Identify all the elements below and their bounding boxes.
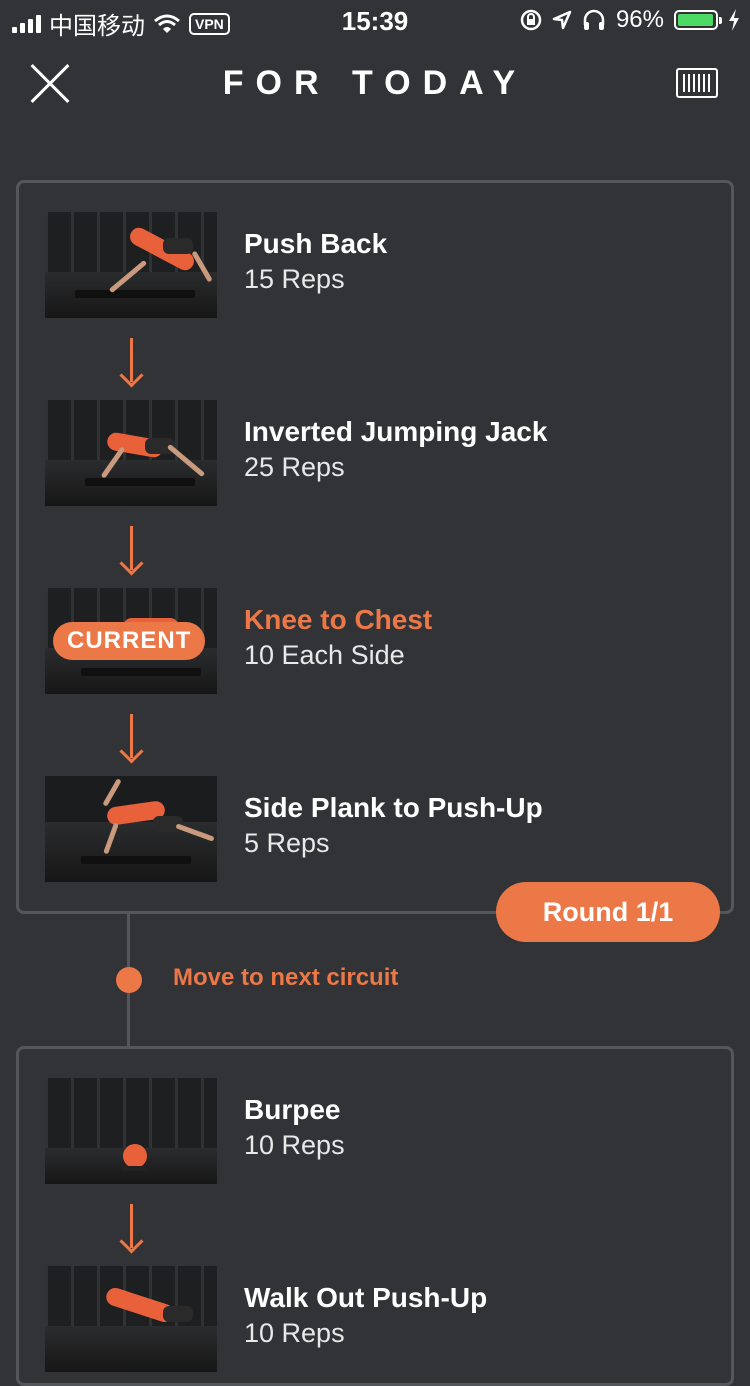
exercise-reps: 25 Reps — [244, 452, 345, 482]
barcode-icon[interactable] — [676, 68, 718, 98]
exercise-item[interactable]: Walk Out Push-Up 10 Reps — [45, 1266, 705, 1372]
exercise-item[interactable]: Inverted Jumping Jack 25 Reps — [45, 400, 705, 506]
exercise-reps: 15 Reps — [244, 264, 345, 294]
headphones-icon — [583, 9, 605, 30]
current-badge: CURRENT — [53, 622, 206, 660]
exercise-thumbnail — [45, 776, 217, 882]
battery-icon — [674, 10, 722, 30]
exercise-thumbnail — [45, 1078, 217, 1184]
exercise-name: Inverted Jumping Jack — [244, 416, 548, 447]
exercise-thumbnail: CURRENT — [45, 588, 217, 694]
arrow-down-icon — [121, 714, 141, 762]
exercise-name: Side Plank to Push-Up — [244, 792, 543, 823]
next-circuit-label: Move to next circuit — [173, 964, 399, 991]
exercise-reps: 10 Reps — [244, 1130, 345, 1160]
arrow-down-icon — [121, 338, 141, 386]
exercise-item[interactable]: Push Back 15 Reps — [45, 212, 705, 318]
header: FOR TODAY — [0, 50, 750, 120]
round-counter-button[interactable]: Round 1/1 — [496, 882, 720, 942]
exercise-name: Knee to Chest — [244, 604, 433, 635]
exercise-reps: 10 Each Side — [244, 640, 405, 670]
exercise-name: Push Back — [244, 228, 388, 259]
arrow-down-icon — [121, 526, 141, 574]
exercise-thumbnail — [45, 400, 217, 506]
transition-dot-icon — [116, 967, 142, 993]
exercise-thumbnail — [45, 1266, 217, 1372]
rotation-lock-icon — [520, 9, 542, 31]
battery-percent: 96% — [615, 6, 664, 33]
page-title: FOR TODAY — [222, 64, 528, 102]
arrow-down-icon — [121, 1204, 141, 1252]
status-bar: 中国移动 VPN 15:39 96% — [0, 0, 750, 40]
exercise-item-current[interactable]: CURRENT Knee to Chest 10 Each Side — [45, 588, 705, 694]
battery-fill — [678, 14, 713, 26]
location-icon — [552, 10, 572, 30]
exercise-name: Walk Out Push-Up — [244, 1282, 488, 1313]
exercise-item[interactable]: Burpee 10 Reps — [45, 1078, 705, 1184]
circuit-card: Burpee 10 Reps Walk Out Push-Up 10 Reps — [16, 1046, 734, 1386]
exercise-thumbnail — [45, 212, 217, 318]
exercise-reps: 5 Reps — [244, 828, 330, 858]
charging-icon — [729, 9, 739, 31]
circuit-card: Push Back 15 Reps Inverted Jumping Jack … — [16, 180, 734, 914]
exercise-item[interactable]: Side Plank to Push-Up 5 Reps — [45, 776, 705, 882]
exercise-name: Burpee — [244, 1094, 341, 1125]
